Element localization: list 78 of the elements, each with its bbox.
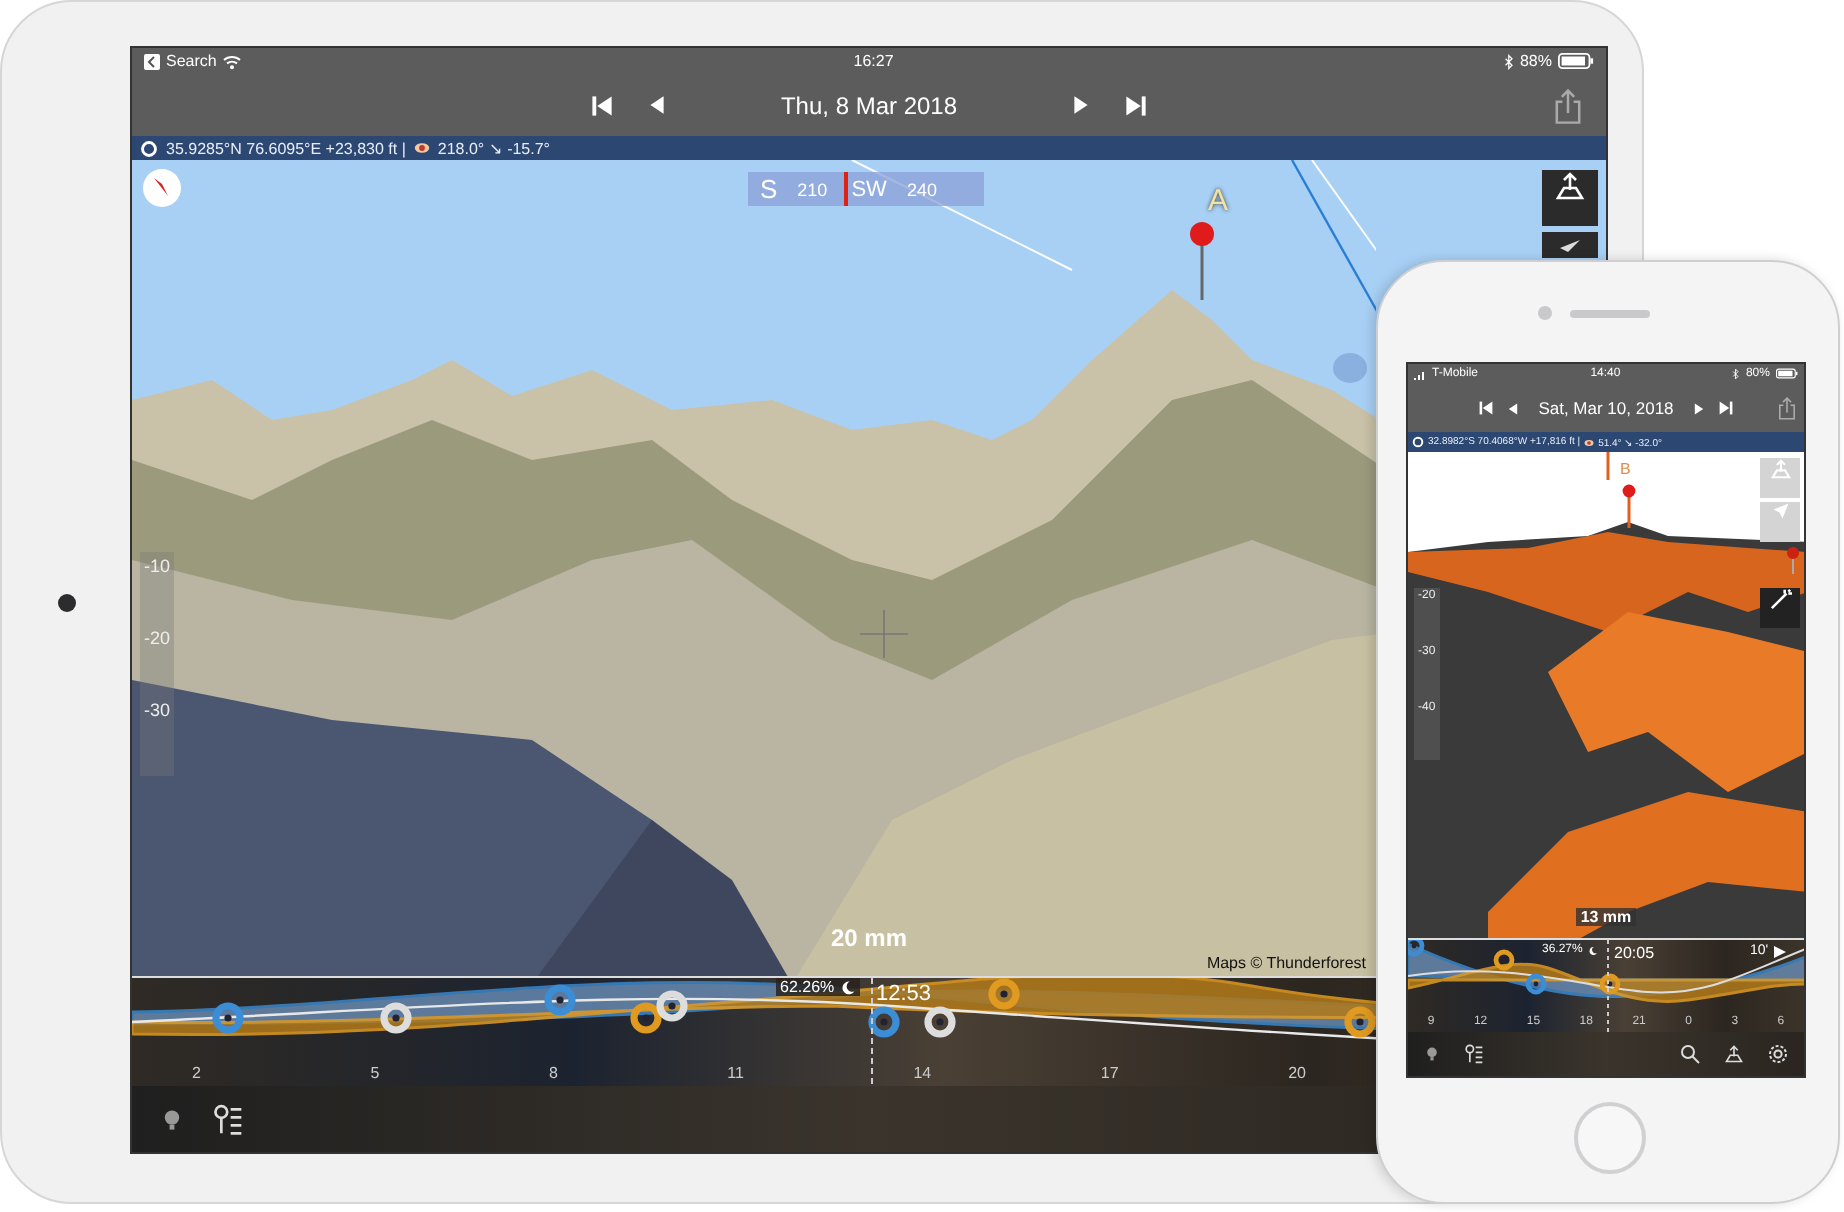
battery-icon <box>1557 52 1594 70</box>
crosshair-icon <box>860 610 908 658</box>
map-credit: Maps © Thunderforest <box>1206 954 1366 972</box>
moon-illumination: 62.26% <box>780 978 835 996</box>
heading-label: 240 <box>906 179 937 199</box>
pins-button[interactable] <box>1464 1044 1484 1064</box>
heading-label: SW <box>851 177 887 201</box>
location-button[interactable] <box>1542 232 1598 258</box>
heading-label: 210 <box>797 179 828 199</box>
viewpoint-icon <box>1554 170 1586 202</box>
arrow-icon <box>1771 502 1789 520</box>
heading-label: S <box>760 174 778 204</box>
light-button[interactable] <box>1424 1046 1440 1062</box>
hour-label: 5 <box>370 1064 380 1082</box>
date-label: Sat, Mar 10, 2018 <box>1536 398 1676 418</box>
viewpoint-button[interactable] <box>1542 170 1598 226</box>
current-time-line <box>1606 940 1610 1032</box>
viewpoint-icon <box>1769 458 1791 480</box>
view-direction-text: 218.0° ↘ -15.7° <box>437 139 551 157</box>
marker-label: B <box>1620 460 1631 478</box>
map-pin-icon <box>1188 220 1216 300</box>
camera-dot <box>1538 306 1552 320</box>
elevation-label: -30 <box>144 700 171 720</box>
last-day-button[interactable] <box>1123 93 1148 117</box>
eye-icon <box>413 140 430 156</box>
hour-label: 20 <box>1288 1064 1306 1082</box>
hour-label: 8 <box>548 1064 558 1082</box>
first-day-button[interactable] <box>590 93 615 117</box>
current-time-line <box>870 978 874 1086</box>
search-button[interactable] <box>1680 1044 1700 1064</box>
battery-icon <box>1775 368 1798 380</box>
heading-needle <box>843 172 848 206</box>
share-button[interactable] <box>1778 396 1796 420</box>
previous-day-button[interactable] <box>1506 401 1521 415</box>
moon-icon <box>1588 945 1599 955</box>
settings-button[interactable] <box>1768 1044 1788 1064</box>
eye-icon <box>1584 437 1595 447</box>
bluetooth-icon <box>1732 368 1740 380</box>
date-label: Thu, 8 Mar 2018 <box>778 91 960 119</box>
hour-label: 14 <box>913 1064 932 1082</box>
hour-label: 2 <box>192 1064 201 1082</box>
focal-length-label: 13 mm <box>1576 908 1636 926</box>
bluetooth-icon <box>1504 53 1514 69</box>
light-button[interactable] <box>160 1107 184 1131</box>
camera-dot <box>58 594 76 612</box>
play-icon[interactable] <box>1774 945 1787 957</box>
next-day-button[interactable] <box>1069 94 1092 116</box>
pins-button[interactable] <box>212 1103 244 1135</box>
speaker-slot <box>1570 310 1650 318</box>
elevation-label: -20 <box>144 628 171 648</box>
share-button[interactable] <box>1554 86 1582 124</box>
moon-icon <box>840 979 857 995</box>
back-icon <box>144 53 160 69</box>
coordinates-text: 35.9285°N 76.6095°E +23,830 ft | <box>166 139 406 157</box>
hour-label: 17 <box>1100 1064 1119 1082</box>
signal-icon <box>1414 369 1426 379</box>
wifi-icon <box>222 53 243 69</box>
focal-length-label: 20 mm <box>830 924 908 952</box>
status-time: 16:27 <box>853 52 894 70</box>
location-ring-icon <box>1412 436 1424 448</box>
previous-day-button[interactable] <box>646 94 669 116</box>
current-time: 12:53 <box>876 982 932 1006</box>
battery-level: 88% <box>1519 52 1552 70</box>
hour-label: 11 <box>727 1064 744 1082</box>
magic-wand-button[interactable] <box>1760 588 1800 628</box>
map-pin-icon <box>1622 484 1636 528</box>
last-day-button[interactable] <box>1717 400 1734 416</box>
elevation-label: -10 <box>144 556 171 576</box>
location-ring-icon <box>140 139 158 157</box>
moon-ball-icon <box>1332 352 1368 384</box>
next-day-button[interactable] <box>1691 401 1706 415</box>
map-pin-icon <box>1786 546 1800 574</box>
back-label[interactable]: Search <box>166 52 217 70</box>
current-time: 20:05 <box>1614 944 1655 962</box>
magic-wand-icon <box>1769 588 1791 610</box>
marker-label: A <box>1208 184 1229 218</box>
viewpoint-button[interactable] <box>1724 1044 1744 1064</box>
first-day-button[interactable] <box>1478 400 1495 416</box>
